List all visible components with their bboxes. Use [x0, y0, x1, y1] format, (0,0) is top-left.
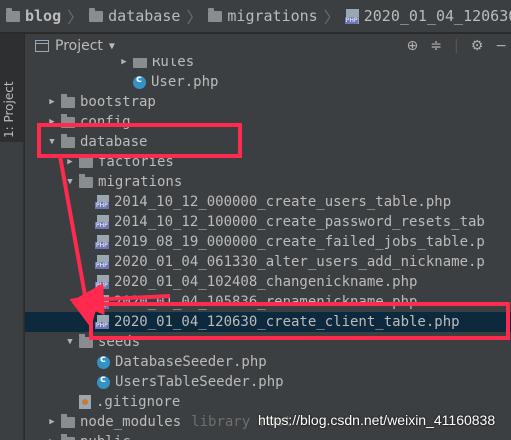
tree-row[interactable]: ▼ database — [25, 132, 511, 152]
php-file-icon — [95, 195, 109, 209]
project-tree: ▶ Rules User.php ▶ bootstrap ▶ config ▼ database… — [25, 58, 511, 440]
tree-item-label: migrations — [98, 174, 183, 190]
expand-down-icon[interactable]: ▼ — [65, 337, 75, 347]
folder-icon — [61, 113, 75, 128]
php-file-icon — [95, 315, 109, 329]
tree-row[interactable]: 2020_01_04_102408_changenickname.php — [25, 272, 511, 292]
expand-right-icon[interactable]: ▶ — [47, 97, 57, 107]
tree-row[interactable]: ▶public — [25, 432, 511, 440]
tree-item-label: seeds — [98, 334, 141, 350]
folder-icon — [79, 173, 93, 188]
breadcrumb-item-migrations[interactable]: migrations — [208, 7, 318, 25]
folder-icon — [61, 433, 75, 440]
tree-item-label: 2020_01_04_102408_changenickname.php — [114, 274, 418, 290]
tree-row[interactable]: ▼ seeds — [25, 332, 511, 352]
crosshair-icon[interactable]: ⊕ — [407, 38, 419, 54]
tree-row[interactable]: .gitignore — [25, 392, 511, 412]
breadcrumb: blog 〉 database 〉 migrations 〉 2020_01_0… — [0, 0, 511, 33]
folder-icon — [79, 153, 93, 168]
tree-item-label: node_modules — [80, 414, 182, 430]
folder-icon — [6, 7, 20, 22]
tree-item-label: 2014_10_12_100000_create_password_resets… — [114, 214, 485, 230]
tree-item-label: DatabaseSeeder.php — [115, 354, 267, 370]
folder-icon — [89, 7, 104, 22]
breadcrumb-separator: 〉 — [323, 8, 340, 27]
breadcrumb-item-blog[interactable]: blog — [6, 7, 61, 25]
tree-item-label: UsersTableSeeder.php — [115, 374, 284, 390]
php-file-icon — [344, 8, 359, 24]
toolbar-divider: | — [453, 38, 459, 54]
folder-icon — [79, 333, 93, 348]
tree-row[interactable]: DatabaseSeeder.php — [25, 352, 511, 372]
expand-right-icon[interactable]: ▶ — [47, 417, 57, 427]
tree-item-label: .gitignore — [96, 394, 181, 410]
class-icon — [97, 374, 110, 389]
project-view-selector[interactable]: Project — [55, 38, 103, 54]
watermark-text: https://blog.csdn.net/weixin_41160838 — [258, 412, 496, 428]
expand-down-icon[interactable]: ▼ — [65, 177, 75, 187]
folder-icon — [61, 413, 75, 428]
tree-item-label: 2019_08_19_000000_create_failed_jobs_tab… — [114, 234, 485, 250]
php-file-icon — [95, 215, 109, 229]
project-tool-label: 1: Project — [2, 81, 16, 138]
project-window-icon — [35, 40, 49, 52]
tree-item-label: public — [80, 434, 131, 440]
tree-row[interactable]: 2020_01_04_120630_create_client_table.ph… — [25, 312, 511, 332]
expand-right-icon[interactable]: ▶ — [47, 117, 57, 127]
tree-row[interactable]: 2014_10_12_000000_create_users_table.php — [25, 192, 511, 212]
expand-down-icon[interactable]: ▼ — [47, 137, 57, 147]
project-tool-tab[interactable]: 1: Project — [0, 34, 24, 142]
folder-icon — [61, 93, 75, 108]
tree-row[interactable]: User.php — [25, 72, 511, 92]
php-file-icon — [95, 255, 109, 269]
tool-window-strip: 1: Project — [0, 34, 24, 440]
tree-row[interactable]: 2020_01_04_061330_alter_users_add_nickna… — [25, 252, 511, 272]
folder-icon — [133, 58, 147, 68]
tree-item-label: bootstrap — [80, 94, 156, 110]
php-file-icon — [95, 275, 109, 289]
tree-item-label: 2014_10_12_000000_create_users_table.php — [114, 194, 452, 210]
expand-right-icon[interactable]: ▶ — [65, 157, 75, 167]
tree-item-label: factories — [98, 154, 174, 170]
tree-row[interactable]: 2019_08_19_000000_create_failed_jobs_tab… — [25, 232, 511, 252]
tree-row[interactable]: ▶ Rules — [25, 58, 511, 72]
chevron-down-icon[interactable]: ▼ — [109, 41, 115, 52]
breadcrumb-separator: 〉 — [67, 8, 84, 27]
tree-row[interactable]: 2020_01_04_105836_renamenickname.php — [25, 292, 511, 312]
breadcrumb-separator: 〉 — [186, 8, 203, 27]
gear-icon[interactable]: ⚙ — [471, 38, 484, 54]
tree-item-label: Rules — [152, 58, 195, 70]
tree-row[interactable]: ▶ factories — [25, 152, 511, 172]
tree-row[interactable]: ▶ bootstrap — [25, 92, 511, 112]
class-icon — [133, 74, 146, 89]
folder-icon — [208, 7, 223, 22]
class-icon — [97, 354, 110, 369]
tree-item-label: database — [80, 134, 148, 150]
tree-item-label: User.php — [151, 74, 219, 90]
collapse-icon[interactable]: ≑ — [430, 38, 442, 54]
hide-icon[interactable]: − — [495, 38, 507, 54]
folder-icon — [61, 133, 75, 148]
tree-item-label: 2020_01_04_120630_create_client_table.ph… — [114, 314, 460, 330]
gitignore-icon — [79, 395, 91, 409]
php-file-icon — [95, 235, 109, 249]
tree-item-label: config — [80, 114, 131, 130]
expand-right-icon[interactable]: ▶ — [119, 58, 129, 67]
breadcrumb-item-file[interactable]: 2020_01_04_120630_cre — [344, 7, 511, 25]
tree-row[interactable]: ▼ migrations — [25, 172, 511, 192]
breadcrumb-item-database[interactable]: database — [89, 7, 180, 25]
tree-row[interactable]: UsersTableSeeder.php — [25, 372, 511, 392]
tree-item-label: 2020_01_04_105836_renamenickname.php — [114, 294, 418, 310]
tree-row[interactable]: ▶ config — [25, 112, 511, 132]
php-file-icon — [95, 295, 109, 309]
project-panel-header: Project ▼ ⊕ ≑ | ⚙ − — [25, 34, 511, 58]
tree-row[interactable]: 2014_10_12_100000_create_password_resets… — [25, 212, 511, 232]
tree-item-label: 2020_01_04_061330_alter_users_add_nickna… — [114, 254, 485, 270]
